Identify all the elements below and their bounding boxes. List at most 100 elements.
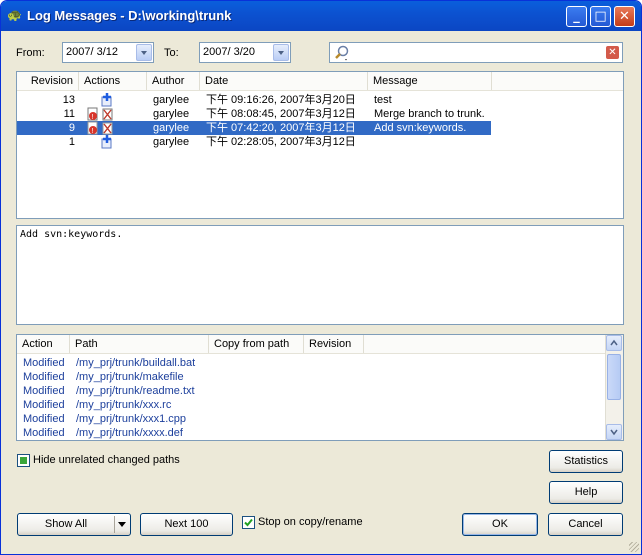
stop-on-copy-checkbox[interactable]: [242, 516, 255, 529]
to-date-picker[interactable]: 2007/ 3/20: [199, 42, 291, 63]
search-input[interactable]: ✕: [329, 42, 623, 63]
scroll-down-icon[interactable]: [606, 424, 622, 440]
path-row[interactable]: Modified /my_prj/trunk/xxx.rc: [17, 398, 491, 412]
window-title: Log Messages - D:\working\trunk: [27, 8, 232, 23]
split-divider: [114, 516, 115, 533]
column-header-path-revision[interactable]: Revision: [304, 335, 364, 353]
chevron-down-icon[interactable]: [136, 44, 152, 61]
modified-action-icon: !: [87, 107, 98, 121]
svg-text:!: !: [92, 128, 94, 135]
chevron-down-icon[interactable]: [273, 44, 289, 61]
path-row[interactable]: Modified /my_prj/trunk/makefile: [17, 370, 491, 384]
to-date-value: 2007/ 3/20: [203, 46, 255, 58]
title-bar[interactable]: 🐢 Log Messages - D:\working\trunk _ □ ✕: [1, 1, 641, 31]
date-cell: 下午 09:16:26, 2007年3月20日: [206, 94, 356, 106]
path-action-cell: Modified: [23, 357, 65, 369]
added-action-icon: [101, 93, 112, 107]
path-cell: /my_prj/trunk/xxx.rc: [76, 399, 172, 411]
resize-grip[interactable]: [629, 542, 639, 552]
path-action-cell: Modified: [23, 385, 65, 397]
author-cell: garylee: [153, 108, 190, 120]
revision-cell: 13: [62, 94, 75, 106]
close-icon: ✕: [619, 9, 630, 24]
tortoise-app-icon: 🐢: [7, 8, 22, 22]
changed-paths-list[interactable]: Action Path Copy from path Revision Modi…: [16, 334, 624, 441]
clear-search-icon[interactable]: ✕: [606, 46, 619, 59]
path-cell: /my_prj/trunk/readme.txt: [76, 385, 195, 397]
date-cell: 下午 07:42:20, 2007年3月12日: [206, 122, 356, 134]
scroll-up-icon[interactable]: [606, 335, 622, 351]
log-message-text: Add svn:keywords.: [20, 229, 123, 240]
message-cell: Merge branch to trunk.: [374, 108, 485, 120]
changed-paths-header: Action Path Copy from path Revision: [17, 335, 623, 354]
column-header-message[interactable]: Message: [368, 72, 492, 90]
svg-text:!: !: [92, 114, 94, 121]
maximize-button[interactable]: □: [590, 6, 611, 27]
path-row[interactable]: Modified /my_prj/trunk/xxxx.def: [17, 426, 491, 440]
log-row-1[interactable]: 1 garylee 下午 02:28:05, 2007年3月12日: [17, 135, 491, 149]
path-row[interactable]: Modified /my_prj/trunk/readme.txt: [17, 384, 491, 398]
column-header-revision[interactable]: Revision: [17, 72, 79, 90]
modified-action-icon: !: [87, 121, 98, 135]
log-messages-window: 🐢 Log Messages - D:\working\trunk _ □ ✕ …: [0, 0, 642, 555]
path-row[interactable]: Modified /my_prj/trunk/xxx1.cpp: [17, 412, 491, 426]
hide-unrelated-checkbox[interactable]: [17, 454, 30, 467]
revision-list[interactable]: Revision Actions Author Date Message 13 …: [16, 71, 624, 219]
show-all-label: Show All: [44, 518, 88, 530]
paths-scrollbar[interactable]: [605, 335, 623, 440]
from-date-picker[interactable]: 2007/ 3/12: [62, 42, 154, 63]
author-cell: garylee: [153, 136, 190, 148]
column-header-author[interactable]: Author: [147, 72, 200, 90]
next-100-button[interactable]: Next 100: [140, 513, 233, 536]
scrollbar-thumb[interactable]: [607, 354, 621, 400]
revision-cell: 11: [63, 108, 75, 120]
chevron-down-icon[interactable]: [118, 522, 126, 527]
column-header-action[interactable]: Action: [17, 335, 70, 353]
path-row[interactable]: Modified /my_prj/trunk/buildall.bat: [17, 356, 491, 370]
checkbox-indeterminate-mark: [20, 457, 27, 464]
revision-cell: 1: [68, 136, 75, 148]
log-message-textarea[interactable]: Add svn:keywords.: [16, 225, 624, 325]
column-header-copy-from-path[interactable]: Copy from path: [209, 335, 304, 353]
added-action-icon: [101, 135, 112, 149]
deleted-action-icon: [102, 108, 113, 121]
minimize-button[interactable]: _: [566, 6, 587, 27]
log-row-11[interactable]: 11 ! garylee 下午 08:08:45, 2007年3月12日 Mer…: [17, 107, 491, 121]
show-all-split-button[interactable]: Show All: [17, 513, 131, 536]
deleted-action-icon: [102, 122, 113, 135]
date-cell: 下午 08:08:45, 2007年3月12日: [206, 108, 356, 120]
revision-list-header: Revision Actions Author Date Message: [17, 72, 623, 91]
log-row-13[interactable]: 13 garylee 下午 09:16:26, 2007年3月20日 test: [17, 93, 491, 107]
search-icon[interactable]: [334, 45, 350, 61]
statistics-button[interactable]: Statistics: [549, 450, 623, 473]
path-action-cell: Modified: [23, 399, 65, 411]
path-action-cell: Modified: [23, 413, 65, 425]
minimize-icon: _: [573, 9, 580, 24]
column-header-actions[interactable]: Actions: [79, 72, 147, 90]
cancel-button[interactable]: Cancel: [548, 513, 623, 536]
close-button[interactable]: ✕: [614, 6, 635, 27]
column-header-date[interactable]: Date: [200, 72, 368, 90]
path-cell: /my_prj/trunk/buildall.bat: [76, 357, 196, 369]
ok-button[interactable]: OK: [462, 513, 538, 536]
path-cell: /my_prj/trunk/makefile: [76, 371, 184, 383]
stop-on-copy-label: Stop on copy/rename: [258, 516, 363, 528]
from-date-value: 2007/ 3/12: [66, 46, 118, 58]
hide-unrelated-label: Hide unrelated changed paths: [33, 454, 180, 466]
checkmark-icon: [244, 518, 253, 527]
path-cell: /my_prj/trunk/xxx1.cpp: [76, 413, 187, 425]
from-label: From:: [16, 47, 45, 59]
date-cell: 下午 02:28:05, 2007年3月12日: [206, 136, 356, 148]
message-cell: Add svn:keywords.: [374, 122, 467, 134]
path-action-cell: Modified: [23, 371, 65, 383]
maximize-icon: □: [594, 9, 607, 24]
help-button[interactable]: Help: [549, 481, 623, 504]
revision-cell: 9: [68, 122, 75, 134]
log-row-9-selected[interactable]: 9 ! garylee 下午 07:42:20, 2007年3月12日 Add …: [17, 121, 491, 135]
to-label: To:: [164, 47, 179, 59]
column-header-path[interactable]: Path: [70, 335, 209, 353]
message-cell: test: [374, 94, 392, 106]
path-action-cell: Modified: [23, 427, 65, 439]
author-cell: garylee: [153, 122, 190, 134]
author-cell: garylee: [153, 94, 190, 106]
